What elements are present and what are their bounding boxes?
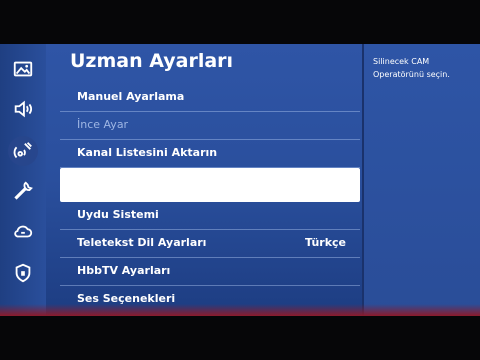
sound-icon[interactable]	[8, 94, 38, 124]
general-wrench-icon[interactable]	[8, 176, 38, 206]
menu-item-hbbtv-settings[interactable]: HbbTV Ayarları	[60, 258, 360, 286]
letterbox-top	[0, 0, 480, 44]
menu-item-fine-tune: İnce Ayar	[60, 112, 360, 140]
menu-item-label: Uydu Sistemi	[77, 208, 159, 221]
expert-settings-panel: Uzman Ayarları Manuel Ayarlama İnce Ayar…	[60, 44, 360, 316]
menu-item-label: HbbTV Ayarları	[77, 264, 171, 277]
menu-item-label: İnce Ayar	[77, 118, 129, 131]
menu-item-satellite-system[interactable]: Uydu Sistemi	[60, 202, 360, 230]
letterbox-bottom	[0, 316, 480, 360]
broadcasting-icon[interactable]	[8, 136, 38, 166]
menu-item-label: Teletekst Dil Ayarları	[77, 236, 207, 249]
help-panel: Silinecek CAM Operatörünü seçin.	[364, 44, 480, 316]
menu-item-selected[interactable]	[60, 168, 360, 202]
support-cloud-icon[interactable]	[8, 216, 38, 246]
picture-icon[interactable]	[8, 54, 38, 84]
menu-item-label: Manuel Ayarlama	[77, 90, 185, 103]
background-ghost-text	[370, 140, 480, 164]
bottom-glow	[0, 304, 480, 316]
help-text: Silinecek CAM Operatörünü seçin.	[373, 57, 450, 79]
menu-item-manual-tuning[interactable]: Manuel Ayarlama	[60, 84, 360, 112]
menu-item-value: Türkçe	[304, 236, 346, 249]
tv-screen: Uzman Ayarları Manuel Ayarlama İnce Ayar…	[0, 44, 480, 316]
menu-item-transfer-channel-list[interactable]: Kanal Listesini Aktarın	[60, 140, 360, 168]
shield-icon[interactable]	[8, 258, 38, 288]
page-title: Uzman Ayarları	[70, 50, 234, 72]
settings-sidebar	[0, 44, 46, 316]
menu-item-label: Kanal Listesini Aktarın	[77, 146, 218, 159]
menu-item-teletext-language[interactable]: Teletekst Dil Ayarları Türkçe	[60, 230, 360, 258]
